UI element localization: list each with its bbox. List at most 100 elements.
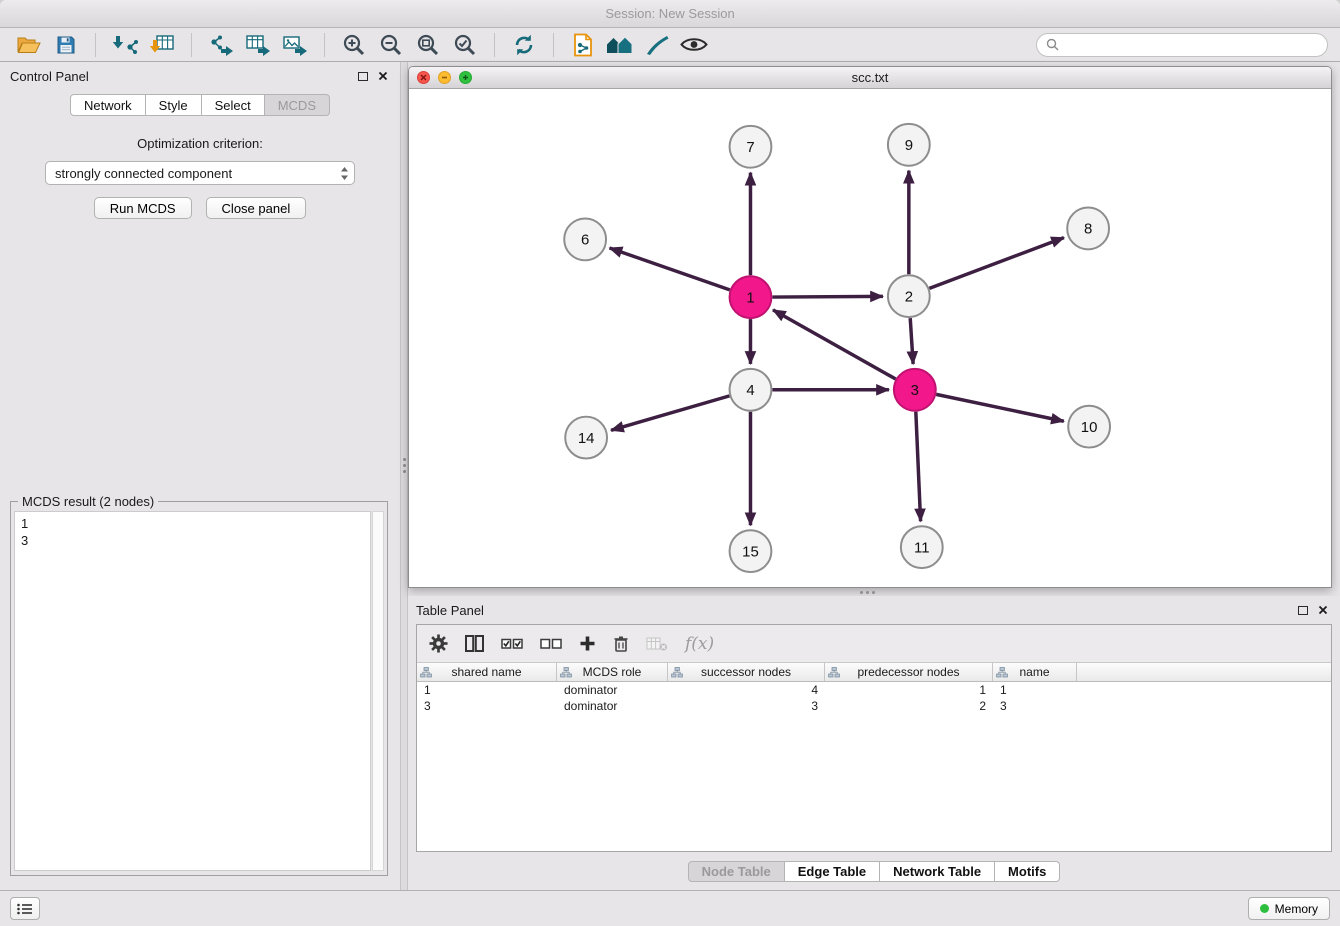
table-row[interactable]: 3dominator323: [417, 698, 1331, 714]
table-settings-button[interactable]: [429, 634, 448, 653]
zoom-out-button[interactable]: [374, 30, 408, 60]
table-tab-motifs[interactable]: Motifs: [995, 861, 1060, 882]
table-tab-network-table[interactable]: Network Table: [880, 861, 995, 882]
maximize-window-icon[interactable]: [459, 71, 472, 84]
control-panel-title: Control Panel: [10, 69, 89, 84]
close-window-icon[interactable]: [417, 71, 430, 84]
show-panels-button[interactable]: [10, 897, 40, 920]
show-columns-button[interactable]: [465, 635, 484, 652]
column-header-shared-name[interactable]: shared name: [417, 663, 557, 681]
graph-edge-1-6[interactable]: [610, 248, 730, 290]
table-tab-edge-table[interactable]: Edge Table: [785, 861, 880, 882]
save-session-button[interactable]: [49, 30, 83, 60]
column-header-predecessor-nodes[interactable]: predecessor nodes: [825, 663, 993, 681]
delete-table-button[interactable]: [646, 636, 668, 652]
column-header-successor-nodes[interactable]: successor nodes: [668, 663, 825, 681]
cell-name: 1: [993, 682, 1077, 698]
graph-node-label: 9: [905, 137, 913, 154]
import-table-button[interactable]: [145, 30, 179, 60]
tab-style[interactable]: Style: [146, 94, 202, 116]
tab-network[interactable]: Network: [70, 94, 146, 116]
zoom-fit-icon: [416, 33, 440, 57]
criterion-dropdown[interactable]: strongly connected component: [45, 161, 355, 185]
graph-node-2[interactable]: 2: [888, 275, 930, 317]
main-toolbar: [0, 28, 1340, 62]
run-mcds-button[interactable]: Run MCDS: [94, 197, 192, 219]
graph-edge-3-10[interactable]: [936, 394, 1064, 421]
close-icon: [1318, 605, 1328, 615]
close-panel-button[interactable]: Close panel: [206, 197, 307, 219]
float-table-panel-icon[interactable]: [1298, 606, 1308, 615]
home-icon: [606, 34, 634, 56]
graph-node-label: 1: [746, 289, 754, 306]
column-header-label: MCDS role: [583, 665, 642, 679]
apply-layout-button[interactable]: [507, 30, 541, 60]
table-row[interactable]: 1dominator411: [417, 682, 1331, 698]
cell-mcds-role: dominator: [557, 698, 668, 714]
graph-node-10[interactable]: 10: [1068, 406, 1110, 448]
control-panel: Control Panel NetworkStyleSelectMCDS Opt…: [0, 62, 400, 890]
clipboard-network-button[interactable]: [566, 30, 600, 60]
column-header-name[interactable]: name: [993, 663, 1077, 681]
search-icon: [1046, 38, 1059, 51]
mcds-result-list[interactable]: 13: [14, 511, 371, 871]
result-scrollbar[interactable]: [372, 511, 384, 871]
network-canvas[interactable]: 7 9 6 8 1 2 4 3 14 10 15 11: [409, 89, 1331, 587]
deselect-all-icon: [540, 636, 562, 651]
session-search-box[interactable]: [1036, 33, 1328, 57]
export-table-icon: [245, 34, 271, 56]
trash-icon: [613, 635, 629, 653]
network-window-title-bar[interactable]: scc.txt: [409, 67, 1331, 89]
graph-edge-4-14[interactable]: [611, 396, 729, 430]
memory-button[interactable]: Memory: [1248, 897, 1330, 920]
vertical-splitter[interactable]: [400, 62, 408, 890]
table-tab-node-table[interactable]: Node Table: [688, 861, 785, 882]
graph-node-9[interactable]: 9: [888, 124, 930, 166]
export-image-button[interactable]: [278, 30, 312, 60]
import-network-button[interactable]: [108, 30, 142, 60]
graph-node-1[interactable]: 1: [730, 276, 772, 318]
column-header-mcds-role[interactable]: MCDS role: [557, 663, 668, 681]
graph-edge-1-2[interactable]: [772, 296, 883, 297]
graph-node-15[interactable]: 15: [730, 530, 772, 572]
graph-node-6[interactable]: 6: [564, 218, 606, 260]
window-title-bar[interactable]: Session: New Session: [0, 0, 1340, 28]
show-view-button[interactable]: [677, 30, 711, 60]
graph-edge-3-11[interactable]: [916, 412, 921, 522]
close-table-panel-icon[interactable]: [1318, 605, 1328, 615]
graph-node-11[interactable]: 11: [901, 526, 943, 568]
result-line: 3: [21, 532, 364, 549]
style-brush-button[interactable]: [640, 30, 674, 60]
export-network-button[interactable]: [204, 30, 238, 60]
graph-node-label: 10: [1081, 419, 1098, 436]
search-input[interactable]: [1065, 38, 1318, 52]
graph-node-14[interactable]: 14: [565, 417, 607, 459]
tab-mcds[interactable]: MCDS: [265, 94, 330, 116]
graph-node-7[interactable]: 7: [730, 126, 772, 168]
float-panel-icon[interactable]: [358, 72, 368, 81]
close-panel-icon[interactable]: [378, 71, 388, 81]
zoom-fit-button[interactable]: [411, 30, 445, 60]
export-table-button[interactable]: [241, 30, 275, 60]
tab-select[interactable]: Select: [202, 94, 265, 116]
open-session-button[interactable]: [12, 30, 46, 60]
delete-column-button[interactable]: [613, 635, 629, 653]
add-column-button[interactable]: [579, 635, 596, 652]
graph-edge-2-8[interactable]: [929, 238, 1064, 289]
graph-node-4[interactable]: 4: [730, 369, 772, 411]
cell-successor-nodes: 3: [668, 698, 825, 714]
function-builder-button[interactable]: f(x): [685, 634, 714, 654]
hide-graphics-details-button[interactable]: [603, 30, 637, 60]
zoom-in-button[interactable]: [337, 30, 371, 60]
network-graph-svg: 7 9 6 8 1 2 4 3 14 10 15 11: [409, 89, 1331, 587]
zoom-selected-button[interactable]: [448, 30, 482, 60]
graph-edge-2-3[interactable]: [910, 318, 913, 364]
minimize-window-icon[interactable]: [438, 71, 451, 84]
horizontal-splitter-handle-icon[interactable]: [860, 591, 863, 594]
graph-node-3[interactable]: 3: [894, 369, 936, 411]
splitter-handle-icon: [403, 458, 406, 461]
graph-node-8[interactable]: 8: [1067, 208, 1109, 250]
deselect-all-columns-button[interactable]: [540, 636, 562, 651]
select-all-columns-button[interactable]: [501, 636, 523, 651]
graph-edge-3-1[interactable]: [773, 310, 896, 379]
